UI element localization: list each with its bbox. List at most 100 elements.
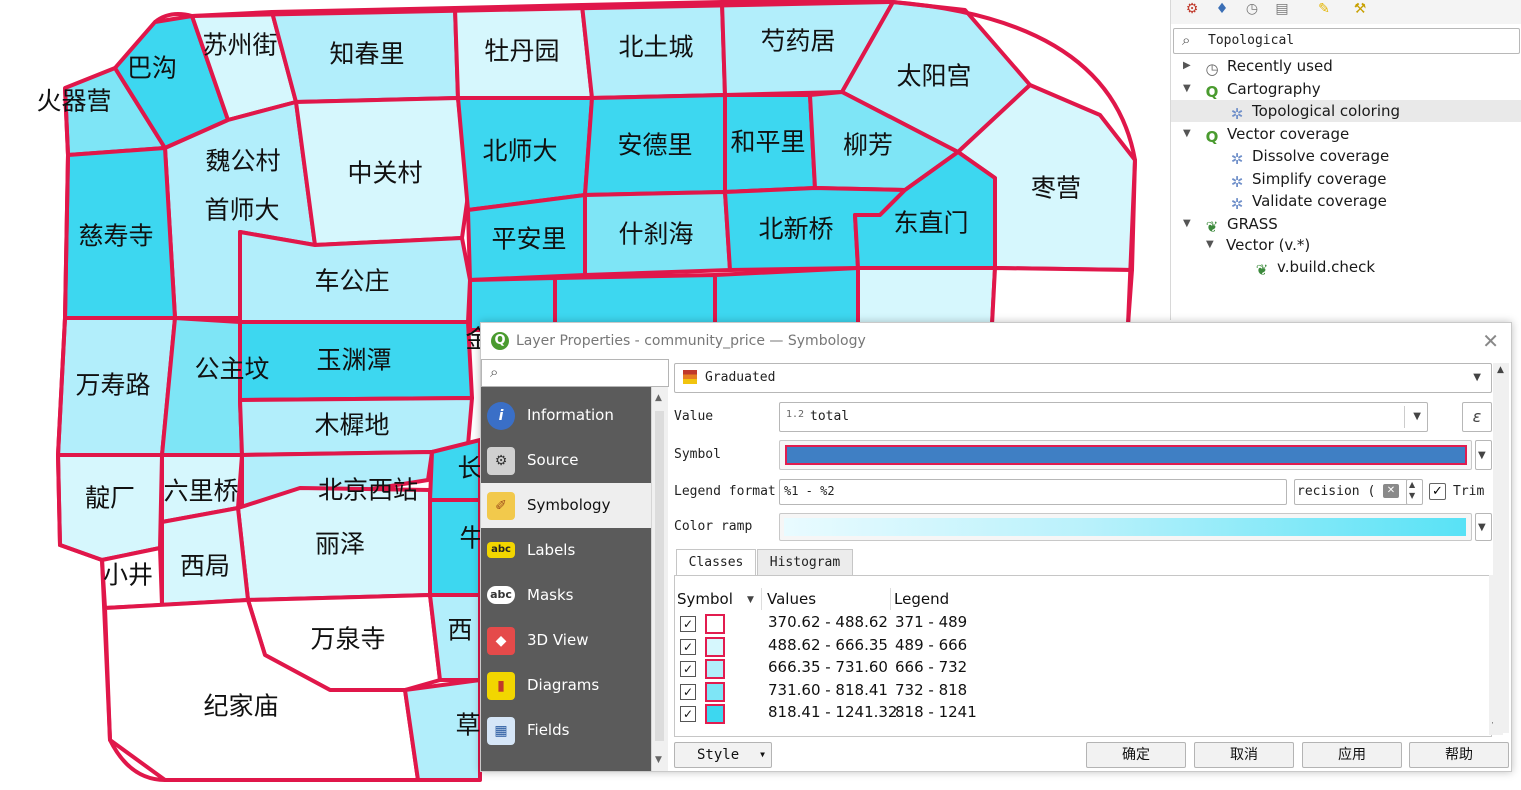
label-yuyuantan: 玉渊潭 [316,346,391,375]
scroll-up-icon[interactable]: ▲ [1497,365,1504,375]
nav-masks[interactable]: abc Masks [481,573,651,618]
expression-button[interactable]: ε [1462,402,1492,432]
precision-input[interactable]: recision ( ✕ [1294,479,1408,505]
chevron-down-icon[interactable]: ▼ [1183,123,1191,145]
nav-labels[interactable]: abc Labels [481,528,651,573]
district-gongzhufen[interactable] [160,316,244,457]
label-shichahai: 什刹海 [618,220,693,249]
classes-table: Symbol ▼ Values Legend ✓ 370.62 - 488.62… [674,575,1492,737]
panel-search-input[interactable]: ⌕ [481,359,669,387]
label-jijiamiao: 纪家庙 [203,692,278,721]
district-east-mid2[interactable] [713,266,860,332]
python-icon[interactable]: ♦ [1213,0,1231,18]
spin-up-icon[interactable]: ▲ [1409,480,1415,489]
scroll-down-icon[interactable]: ▼ [655,755,662,765]
table-row[interactable]: ✓ 731.60 - 818.41 732 - 818 [675,681,1475,703]
label-bagou: 巴沟 [127,54,177,83]
label-cishousi: 慈寿寺 [78,222,153,251]
cancel-button[interactable]: 取消 [1194,742,1294,768]
class-swatch[interactable] [705,704,725,724]
class-checkbox[interactable]: ✓ [680,616,696,632]
table-row[interactable]: ✓ 370.62 - 488.62 371 - 489 [675,613,1475,635]
nav-scrollbar[interactable]: ▲ ▼ [651,387,668,771]
numeric-type-icon: 1.2 [786,409,805,420]
nav-source[interactable]: ⚙ Source [481,438,651,483]
labels-abc-icon: abc [487,542,515,558]
class-checkbox[interactable]: ✓ [680,706,696,722]
fields-table-icon: ▦ [487,717,515,745]
table-row[interactable]: ✓ 818.41 - 1241.32 818 - 1241 [675,703,1475,725]
apply-button[interactable]: 应用 [1302,742,1402,768]
gear-models-icon[interactable]: ⚙ [1183,0,1201,18]
table-row[interactable]: ✓ 666.35 - 731.60 666 - 732 [675,658,1475,680]
layer-properties-dialog: Q Layer Properties - community_price — S… [480,322,1512,772]
tree-topological-coloring[interactable]: ✲ Topological coloring [1171,100,1521,123]
spin-down-icon[interactable]: ▼ [1409,491,1415,500]
symbol-dropdown[interactable]: ▼ [1475,440,1492,470]
value-field-select[interactable]: 1.2 total ▼ [779,402,1428,432]
class-swatch[interactable] [705,637,725,657]
chevron-down-icon: ▼ [1473,372,1481,383]
legend-format-input[interactable]: %1 - %2 [779,479,1287,505]
edit-features-icon[interactable]: ✎ [1315,0,1333,18]
chevron-right-icon[interactable]: ▶ [1183,55,1191,77]
scroll-thumb[interactable] [655,411,664,741]
color-ramp-dropdown[interactable]: ▼ [1475,513,1492,541]
help-button[interactable]: 帮助 [1409,742,1509,768]
nav-fields[interactable]: ▦ Fields [481,708,651,753]
class-checkbox[interactable]: ✓ [680,684,696,700]
chevron-down-icon[interactable]: ▼ [1183,213,1191,235]
toolbox-search-input[interactable]: ⌕ Topological [1173,28,1520,54]
class-swatch[interactable] [705,614,725,634]
precision-spinner[interactable]: ▲ ▼ [1406,479,1423,505]
color-ramp-button[interactable] [779,513,1472,541]
symbol-preview [785,445,1467,465]
chevron-down-icon: ▼ [1478,522,1486,533]
history-icon[interactable]: ◷ [1243,0,1261,18]
results-icon[interactable]: ▤ [1273,0,1291,18]
style-button[interactable]: Style ▼ [674,742,772,768]
label-shoushida: 首师大 [204,196,279,225]
nav-symbology[interactable]: ✐ Symbology [481,483,651,528]
trim-checkbox[interactable]: ✓ [1429,483,1446,500]
chevron-down-icon[interactable]: ▼ [1206,234,1214,256]
class-swatch[interactable] [705,682,725,702]
renderer-select[interactable]: Graduated ▼ [674,363,1492,393]
district-east-far[interactable] [990,266,1134,327]
nav-3d-view[interactable]: ◆ 3D View [481,618,651,663]
col-symbol[interactable]: Symbol [677,590,733,610]
epsilon-icon: ε [1472,407,1482,426]
clear-icon[interactable]: ✕ [1383,484,1399,498]
info-icon: i [487,402,515,430]
chevron-down-icon[interactable]: ▼ [747,595,754,615]
label-hepingli: 和平里 [730,128,805,157]
symbol-button[interactable] [779,440,1472,470]
label-lize: 丽泽 [315,530,365,559]
dialog-titlebar[interactable]: Q Layer Properties - community_price — S… [481,323,1511,359]
label-beitucheng: 北土城 [618,33,693,62]
tab-classes[interactable]: Classes [676,549,756,577]
label-weigongcun: 魏公村 [205,147,280,176]
nav-diagrams[interactable]: ▮ Diagrams [481,663,651,708]
ok-button[interactable]: 确定 [1086,742,1186,768]
label-dianchang: 靛厂 [85,484,135,513]
table-row[interactable]: ✓ 488.62 - 666.35 489 - 666 [675,636,1475,658]
close-icon[interactable]: ✕ [1482,329,1499,353]
symbol-label: Symbol [674,447,721,462]
tab-histogram[interactable]: Histogram [757,549,853,576]
class-checkbox[interactable]: ✓ [680,661,696,677]
search-icon: ⌕ [490,363,499,381]
options-icon[interactable]: ⚒ [1351,0,1369,18]
chevron-down-icon: ▼ [1478,450,1486,461]
class-checkbox[interactable]: ✓ [680,639,696,655]
label-muxidi: 木樨地 [314,411,389,440]
district-east-mid3[interactable] [856,266,997,332]
class-swatch[interactable] [705,659,725,679]
content-scrollbar[interactable]: ▲ [1493,363,1509,733]
scroll-up-icon[interactable]: ▲ [655,393,662,403]
nav-information[interactable]: i Information [481,393,651,438]
chevron-down-icon[interactable]: ▼ [1183,78,1191,100]
col-values[interactable]: Values [767,590,816,610]
col-legend[interactable]: Legend [894,590,949,610]
source-tools-icon: ⚙ [487,447,515,475]
